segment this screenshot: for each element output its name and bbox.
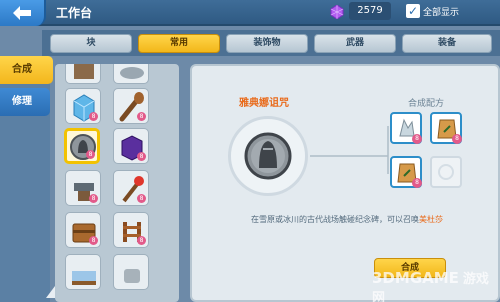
back-arrow-icon: [13, 6, 31, 20]
empty-slot-icon: [438, 164, 454, 180]
show-all-checkbox[interactable]: ✓: [406, 4, 420, 18]
show-all-toggle[interactable]: ✓ 全部显示: [406, 4, 459, 18]
category-tab-bar: 块 常用 装饰物 武器 装备: [42, 30, 500, 56]
tab-blocks[interactable]: 块: [50, 34, 132, 53]
item-description: 在雪原或冰川的古代战场触碰纪念碑，可以召唤美杜莎: [202, 214, 492, 225]
disc-item-icon: [120, 67, 144, 79]
side-tab-repair[interactable]: 修理: [0, 88, 50, 116]
item-count-badge: 8: [137, 152, 146, 161]
ingredient-count-badge: 8: [452, 134, 462, 144]
grid-slot[interactable]: [113, 64, 149, 84]
side-panel: 合成 修理: [0, 56, 53, 302]
bed-icon: [72, 271, 96, 285]
item-count-badge: 8: [89, 236, 98, 245]
recipe-empty-slot: [430, 156, 462, 188]
tab-common[interactable]: 常用: [138, 34, 220, 53]
back-button[interactable]: [0, 0, 46, 26]
top-bar: 工作台 2579 ✓ 全部显示: [0, 0, 500, 26]
recipe-ingredient[interactable]: 8: [430, 112, 462, 144]
item-count-badge: 8: [89, 112, 98, 121]
athena-medal-icon: [70, 134, 96, 160]
item-name: 雅典娜诅咒: [239, 98, 289, 109]
show-all-label: 全部显示: [423, 7, 460, 18]
athena-medal-icon: [244, 132, 292, 180]
item-count-badge: 8: [137, 112, 146, 121]
tab-decorations[interactable]: 装饰物: [226, 34, 308, 53]
grid-slot[interactable]: 8: [65, 212, 101, 248]
description-text: 在雪原或冰川的古代战场触碰纪念碑，可以召唤: [251, 215, 419, 224]
tab-equipment[interactable]: 装备: [402, 34, 492, 53]
gem-icon: [330, 5, 344, 19]
grid-slot[interactable]: 8: [65, 88, 101, 124]
page-title: 工作台: [56, 6, 93, 20]
item-count-badge: 8: [86, 150, 95, 159]
grid-slot[interactable]: 8: [113, 170, 149, 206]
side-tab-craft[interactable]: 合成: [0, 56, 53, 84]
item-grid: 8 8 8 8 8 8 8 8: [55, 64, 179, 302]
recipe-ingredient[interactable]: 8: [390, 112, 422, 144]
item-count-badge: 8: [137, 194, 146, 203]
gem-count: 2579: [349, 2, 391, 20]
ingredient-count-badge: 8: [412, 134, 422, 144]
tab-weapons[interactable]: 武器: [314, 34, 396, 53]
grid-slot[interactable]: 8: [113, 88, 149, 124]
pot-icon: [124, 269, 140, 283]
grid-slot[interactable]: [113, 254, 149, 290]
grid-slot[interactable]: 8: [113, 128, 149, 164]
item-detail-panel: 雅典娜诅咒 合成配方 8 8 8 在雪原或冰川的古代战场触碰纪念碑，可以召唤美杜…: [190, 64, 500, 302]
watermark: 3DMGAME 游戏网: [372, 268, 500, 302]
item-preview: [228, 116, 308, 196]
item-count-badge: 8: [89, 194, 98, 203]
description-highlight: 美杜莎: [419, 215, 443, 224]
grid-slot[interactable]: 8: [65, 170, 101, 206]
recipe-ingredient[interactable]: 8: [390, 156, 422, 188]
grid-slot[interactable]: 8: [113, 212, 149, 248]
watermark-brand: 3DMGAME: [372, 269, 459, 287]
grid-slot-selected[interactable]: 8: [64, 128, 100, 164]
grid-slot[interactable]: [65, 254, 101, 290]
item-count-badge: 8: [137, 236, 146, 245]
block-item-icon: [74, 64, 94, 79]
recipe-title: 合成配方: [407, 99, 444, 109]
grid-slot[interactable]: [65, 64, 101, 84]
ingredient-count-badge: 8: [412, 178, 422, 188]
